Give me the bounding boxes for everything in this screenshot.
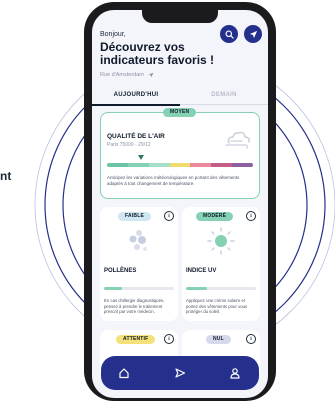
gauge-segment [127, 163, 149, 167]
gauge-pointer [138, 155, 144, 160]
level-bar [104, 287, 174, 290]
page-title: Découvrez vos indicateurs favoris ! [100, 40, 215, 67]
card-title: POLLÈNES [104, 268, 137, 274]
gauge-segment [148, 163, 170, 167]
status-badge: MODÉRÉ [196, 212, 234, 221]
gauge-segment [232, 163, 253, 167]
location-arrow-icon [249, 30, 257, 38]
info-icon[interactable]: i [164, 334, 174, 344]
pollen-icon [129, 230, 147, 251]
background-text-fragment: nt [0, 169, 12, 183]
gauge-segment [169, 163, 191, 167]
location-arrow-icon [148, 72, 154, 78]
phone-notch [142, 10, 218, 23]
sun-icon [207, 227, 235, 255]
gauge-segment [107, 163, 128, 167]
location-label: Rue d'Amsterdam [100, 72, 144, 78]
card-subtitle: Paris 75000 · 29/12 [107, 142, 151, 148]
level-bar-fill [186, 287, 207, 290]
tab-today[interactable]: AUJOURD'HUI [92, 87, 180, 106]
user-icon[interactable] [229, 367, 241, 379]
status-badge: FAIBLE [118, 212, 151, 221]
card-title: QUALITÉ DE L'AIR [107, 133, 165, 140]
greeting: Bonjour, [100, 31, 126, 38]
search-button[interactable] [220, 25, 238, 43]
bottom-nav [101, 356, 259, 390]
status-badge: NUL [206, 335, 231, 344]
info-icon[interactable]: i [164, 211, 174, 221]
card-description: Appliquez une crème solaire et portez de… [186, 298, 248, 315]
uv-index-card[interactable]: MODÉRÉ i INDICE UV Appliquez une crème s… [182, 207, 260, 321]
gauge-segment [211, 163, 233, 167]
search-icon [224, 29, 234, 39]
pollen-card[interactable]: FAIBLE i POLLÈNES En cas d'allergie diag… [100, 207, 178, 321]
gauge-segment [190, 163, 212, 167]
day-tabs: AUJOURD'HUI DEMAIN [92, 87, 268, 106]
status-badge: MOYEN [163, 108, 197, 117]
wind-cloud-icon [225, 131, 250, 149]
quality-gauge [107, 163, 253, 167]
air-quality-card[interactable]: MOYEN QUALITÉ DE L'AIR Paris 75000 · 29/… [100, 108, 260, 199]
status-badge: ATTENTIF [116, 335, 156, 344]
level-bar-fill [104, 287, 122, 290]
app-screen: Bonjour, Découvrez vos indicateurs favor… [92, 10, 268, 398]
send-icon[interactable] [174, 367, 186, 379]
card-title: INDICE UV [186, 268, 217, 274]
location-selector[interactable]: Rue d'Amsterdam [100, 72, 154, 78]
info-icon[interactable]: i [246, 334, 256, 344]
card-description: En cas d'allergie diagnostiquée, pensez … [104, 298, 165, 315]
tab-tomorrow[interactable]: DEMAIN [180, 87, 268, 105]
locate-button[interactable] [244, 25, 262, 43]
info-icon[interactable]: i [246, 211, 256, 221]
home-icon[interactable] [118, 367, 130, 379]
level-bar [186, 287, 256, 290]
card-description: Anticipez les variations météorologiques… [107, 175, 240, 186]
